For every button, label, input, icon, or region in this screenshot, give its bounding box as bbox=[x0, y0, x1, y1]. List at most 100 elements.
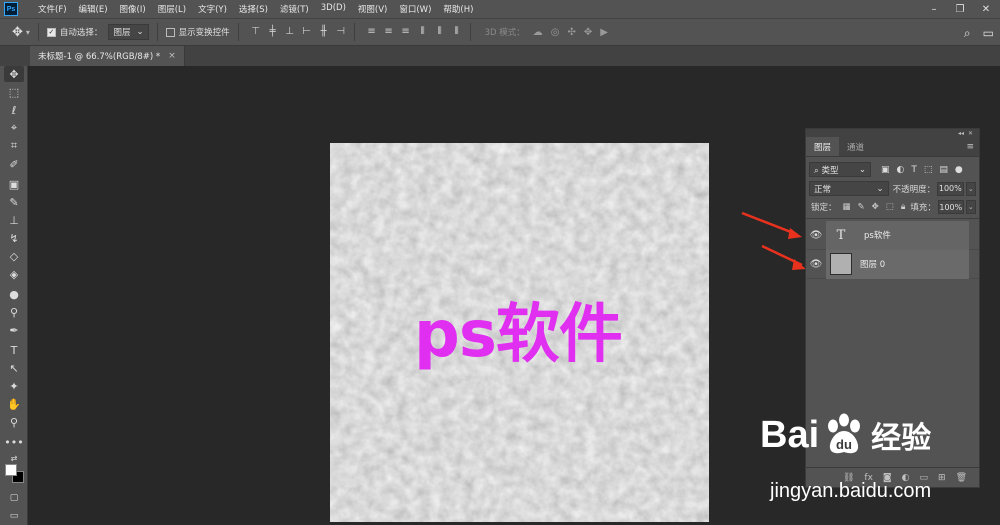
history-brush-tool-icon[interactable]: ↯ bbox=[4, 230, 24, 246]
show-transform-checkbox[interactable] bbox=[165, 27, 175, 37]
lock-artboard-icon[interactable]: ⬚ bbox=[886, 202, 894, 212]
menu-image[interactable]: 图像(I) bbox=[114, 3, 152, 15]
search-icon[interactable]: ⌕ bbox=[964, 26, 971, 41]
tool-preset-caret-icon[interactable]: ▾ bbox=[26, 28, 30, 37]
quick-mask-icon[interactable]: ▢ bbox=[4, 490, 24, 506]
lock-transparency-icon[interactable]: ▦ bbox=[843, 202, 851, 212]
minimize-icon[interactable]: – bbox=[928, 4, 940, 15]
document-tab[interactable]: 未标题-1 @ 66.7%(RGB/8#) * × bbox=[30, 46, 185, 66]
menu-filter[interactable]: 滤镜(T) bbox=[274, 3, 315, 15]
foreground-color-swatch[interactable] bbox=[5, 464, 17, 476]
lock-pixels-icon[interactable]: ✎ bbox=[858, 202, 865, 212]
auto-select-checkbox[interactable]: ✓ bbox=[46, 27, 56, 37]
type-filter-icon[interactable]: T bbox=[911, 165, 917, 175]
distribute-right-icon[interactable]: ⦀ bbox=[452, 26, 462, 38]
eyedropper-tool-icon[interactable]: ✐ bbox=[4, 156, 24, 172]
shape-filter-icon[interactable]: ⬚ bbox=[924, 165, 933, 175]
smart-object-filter-icon[interactable]: ▤ bbox=[939, 165, 948, 175]
crop-tool-icon[interactable]: ⌗ bbox=[4, 138, 24, 154]
menu-view[interactable]: 视图(V) bbox=[352, 3, 393, 15]
pen-tool-icon[interactable]: ✒ bbox=[4, 322, 24, 338]
visibility-eye-icon[interactable]: 👁︎ bbox=[806, 230, 826, 241]
layer-row-text[interactable]: 👁︎ T ps软件 bbox=[806, 220, 979, 250]
more-tools-icon[interactable]: ••• bbox=[4, 434, 24, 450]
filter-toggle-icon[interactable]: ● bbox=[955, 165, 963, 175]
align-right-icon[interactable]: ⊣ bbox=[336, 26, 346, 38]
shape-tool-icon[interactable]: ✦ bbox=[4, 378, 24, 394]
paint-bucket-tool-icon[interactable]: ◈ bbox=[4, 266, 24, 282]
document-canvas[interactable]: ps软件 bbox=[330, 143, 709, 522]
menu-3d[interactable]: 3D(D) bbox=[315, 3, 352, 15]
blur-tool-icon[interactable]: ● bbox=[4, 286, 24, 302]
stamp-tool-icon[interactable]: ⊥ bbox=[4, 212, 24, 228]
menu-layer[interactable]: 图层(L) bbox=[152, 3, 192, 15]
align-top-icon[interactable]: ⊤ bbox=[251, 26, 261, 38]
svg-text:du: du bbox=[836, 437, 852, 452]
hand-tool-icon[interactable]: ✋ bbox=[4, 396, 24, 412]
distribute-hcenter-icon[interactable]: ⦀ bbox=[435, 26, 445, 38]
move-tool-icon[interactable]: ✥ bbox=[12, 25, 23, 40]
align-bottom-icon[interactable]: ⊥ bbox=[285, 26, 295, 38]
menu-window[interactable]: 窗口(W) bbox=[393, 3, 437, 15]
close-icon[interactable]: × bbox=[168, 51, 176, 61]
collapse-icon[interactable]: ◂◂ bbox=[958, 130, 964, 137]
restore-icon[interactable]: ❐ bbox=[954, 4, 966, 15]
menu-type[interactable]: 文字(Y) bbox=[192, 3, 233, 15]
filter-row: ⌕ 类型 ⌄ ▣ ◐ T ⬚ ▤ ● bbox=[806, 162, 979, 177]
dodge-tool-icon[interactable]: ⚲ bbox=[4, 304, 24, 320]
chevron-down-icon[interactable]: ⌄ bbox=[965, 200, 976, 214]
3d-orbit-icon[interactable]: ☁ bbox=[533, 27, 543, 38]
layer-body[interactable]: T ps软件 bbox=[826, 220, 969, 250]
path-select-tool-icon[interactable]: ↖ bbox=[4, 360, 24, 376]
auto-select-target-dropdown[interactable]: 图层 ⌄ bbox=[108, 24, 149, 40]
lock-position-icon[interactable]: ✥ bbox=[872, 202, 879, 212]
annotation-arrows bbox=[741, 211, 806, 270]
3d-roll-icon[interactable]: ◎ bbox=[551, 27, 560, 38]
move-tool-icon[interactable]: ✥ bbox=[4, 66, 24, 82]
tab-channels[interactable]: 通道 bbox=[839, 137, 872, 156]
menu-edit[interactable]: 编辑(E) bbox=[73, 3, 114, 15]
type-tool-icon[interactable]: T bbox=[4, 342, 24, 358]
adjustment-filter-icon[interactable]: ◐ bbox=[897, 165, 905, 175]
3d-slide-icon[interactable]: ✥ bbox=[584, 27, 592, 38]
close-icon[interactable]: ✕ bbox=[980, 4, 992, 15]
panel-menu-icon[interactable]: ≡ bbox=[966, 142, 974, 152]
distribute-bottom-icon[interactable]: ≡ bbox=[401, 26, 411, 38]
chevron-down-icon[interactable]: ⌄ bbox=[965, 181, 977, 196]
brush-tool-icon[interactable]: ✎ bbox=[4, 194, 24, 210]
quick-select-tool-icon[interactable]: ⌖ bbox=[4, 120, 24, 136]
layer-row-raster[interactable]: 👁︎ 图层 0 bbox=[806, 249, 979, 279]
canvas-text-layer[interactable]: ps软件 bbox=[414, 283, 623, 375]
healing-tool-icon[interactable]: ▣ bbox=[4, 176, 24, 192]
eraser-tool-icon[interactable]: ◇ bbox=[4, 248, 24, 264]
photoshop-logo-icon[interactable]: Ps bbox=[4, 2, 18, 16]
close-icon[interactable]: ✕ bbox=[968, 130, 973, 137]
blend-mode-dropdown[interactable]: 正常 ⌄ bbox=[809, 181, 889, 196]
visibility-eye-icon[interactable]: 👁︎ bbox=[806, 259, 826, 270]
menu-select[interactable]: 选择(S) bbox=[233, 3, 274, 15]
lasso-tool-icon[interactable]: ℓ bbox=[4, 102, 24, 118]
align-vcenter-icon[interactable]: ╪ bbox=[268, 26, 278, 38]
3d-pan-icon[interactable]: ✣ bbox=[567, 27, 575, 38]
screen-mode-icon[interactable]: ▭ bbox=[4, 508, 24, 524]
3d-scale-icon[interactable]: ▶ bbox=[600, 27, 608, 38]
menu-help[interactable]: 帮助(H) bbox=[437, 3, 479, 15]
marquee-tool-icon[interactable]: ⬚ bbox=[4, 84, 24, 100]
image-filter-icon[interactable]: ▣ bbox=[881, 165, 890, 175]
align-hcenter-icon[interactable]: ╫ bbox=[319, 26, 329, 38]
zoom-tool-icon[interactable]: ⚲ bbox=[4, 414, 24, 430]
distribute-left-icon[interactable]: ⦀ bbox=[418, 26, 428, 38]
menu-file[interactable]: 文件(F) bbox=[32, 3, 73, 15]
fill-input[interactable]: 100% bbox=[937, 200, 964, 214]
lock-all-icon[interactable]: 🔒︎ bbox=[901, 202, 906, 212]
layer-body[interactable]: 图层 0 bbox=[826, 249, 969, 279]
distribute-vcenter-icon[interactable]: ≡ bbox=[384, 26, 394, 38]
3d-mode-buttons: ☁ ◎ ✣ ✥ ▶ bbox=[533, 27, 608, 38]
tab-layers[interactable]: 图层 bbox=[806, 137, 840, 156]
watermark-url: jingyan.baidu.com bbox=[770, 480, 932, 502]
distribute-top-icon[interactable]: ≡ bbox=[367, 26, 377, 38]
workspace-icon[interactable]: ▭ bbox=[983, 26, 994, 40]
opacity-input[interactable]: 100% bbox=[937, 181, 964, 196]
layer-filter-dropdown[interactable]: ⌕ 类型 ⌄ bbox=[809, 162, 871, 177]
align-left-icon[interactable]: ⊢ bbox=[302, 26, 312, 38]
